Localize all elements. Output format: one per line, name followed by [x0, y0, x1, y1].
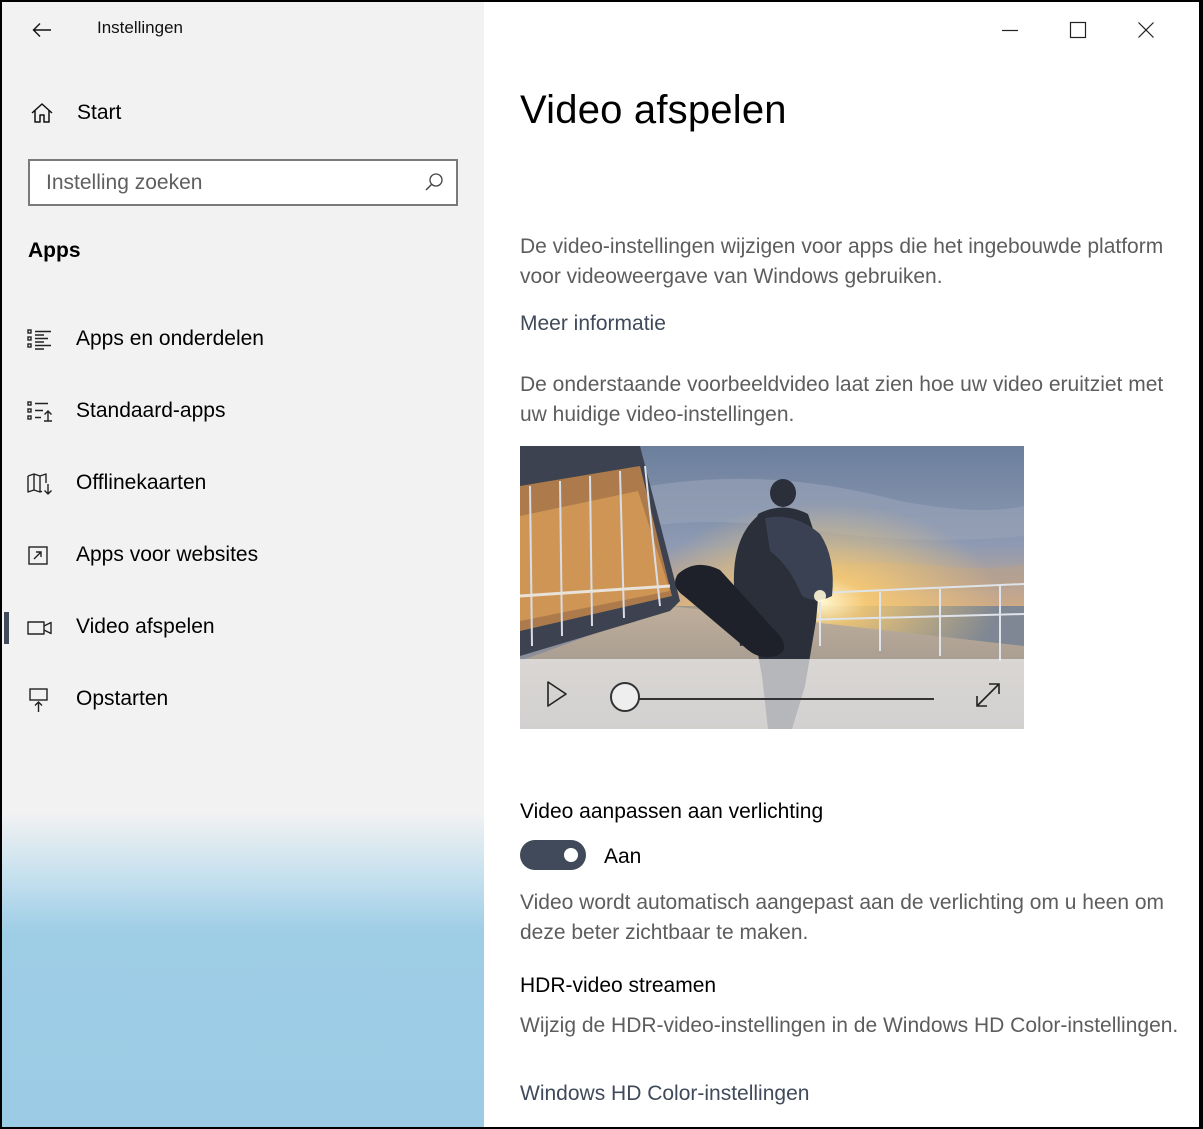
video-camera-icon	[27, 621, 52, 635]
sidebar-item-label: Opstarten	[76, 687, 169, 710]
minimize-button[interactable]	[987, 10, 1033, 50]
page-title: Video afspelen	[520, 88, 787, 132]
sidebar-item-offline-maps[interactable]: Offlinekaarten	[2, 454, 484, 514]
seek-bar[interactable]	[628, 698, 934, 700]
sidebar-item-apps-features[interactable]: Apps en onderdelen	[2, 310, 484, 370]
default-apps-icon	[27, 401, 52, 422]
page-description: De video-instellingen wijzigen voor apps…	[520, 235, 1164, 288]
sidebar-item-label: Offlinekaarten	[76, 471, 207, 494]
home-icon	[31, 103, 53, 123]
toggle-knob	[564, 848, 578, 862]
settings-window: Instellingen Start Apps Apps	[2, 2, 1199, 1127]
sidebar-item-video-playback[interactable]: Video afspelen	[2, 598, 484, 658]
search-icon[interactable]	[424, 172, 444, 192]
sidebar-item-default-apps[interactable]: Standaard-apps	[2, 382, 484, 442]
main-content: Video afspelen De video-instellingen wij…	[484, 2, 1199, 1127]
window-controls	[899, 2, 1199, 56]
hdr-setting-title: HDR-video streamen	[520, 974, 717, 997]
lighting-description: Video wordt automatisch aangepast aan de…	[520, 891, 1165, 944]
preview-description: De onderstaande voorbeeldvideo laat zien…	[520, 373, 1164, 426]
maximize-icon	[1069, 21, 1087, 39]
play-icon[interactable]	[544, 679, 570, 709]
sidebar-item-startup[interactable]: Opstarten	[2, 670, 484, 730]
apps-websites-icon	[28, 546, 48, 565]
minimize-icon	[1002, 29, 1018, 32]
search-input[interactable]	[30, 161, 426, 204]
sidebar-item-label: Apps en onderdelen	[76, 327, 264, 350]
apps-list-icon	[27, 329, 51, 350]
title-bar: Instellingen	[2, 2, 484, 56]
sidebar-item-apps-websites[interactable]: Apps voor websites	[2, 526, 484, 586]
hdr-color-settings-link[interactable]: Windows HD Color-instellingen	[520, 1082, 809, 1106]
startup-icon	[29, 688, 48, 712]
back-arrow-icon	[32, 23, 51, 37]
fullscreen-icon[interactable]	[972, 679, 1004, 711]
active-indicator	[4, 612, 9, 644]
lighting-toggle[interactable]	[520, 840, 586, 870]
video-controls	[520, 659, 1024, 729]
sidebar-item-label: Apps voor websites	[76, 543, 259, 566]
back-button[interactable]	[22, 10, 62, 50]
more-info-link[interactable]: Meer informatie	[520, 312, 666, 336]
sidebar: Instellingen Start Apps Apps	[2, 2, 484, 1127]
lighting-setting-title: Video aanpassen aan verlichting	[520, 800, 824, 823]
lighting-toggle-state: Aan	[604, 845, 642, 868]
sidebar-item-label: Video afspelen	[76, 615, 215, 638]
search-box[interactable]	[28, 159, 458, 206]
app-title: Instellingen	[97, 18, 184, 37]
section-heading: Apps	[28, 239, 81, 262]
video-preview[interactable]	[520, 446, 1024, 729]
sidebar-item-label: Start	[77, 101, 122, 124]
sidebar-item-label: Standaard-apps	[76, 399, 226, 422]
hdr-description: Wijzig de HDR-video-instellingen in de W…	[520, 1014, 1179, 1037]
close-icon	[1138, 22, 1154, 38]
offline-map-icon	[27, 473, 52, 495]
sidebar-item-start[interactable]: Start	[2, 84, 484, 140]
close-button[interactable]	[1123, 10, 1169, 50]
seek-thumb[interactable]	[610, 682, 640, 712]
maximize-button[interactable]	[1055, 10, 1101, 50]
